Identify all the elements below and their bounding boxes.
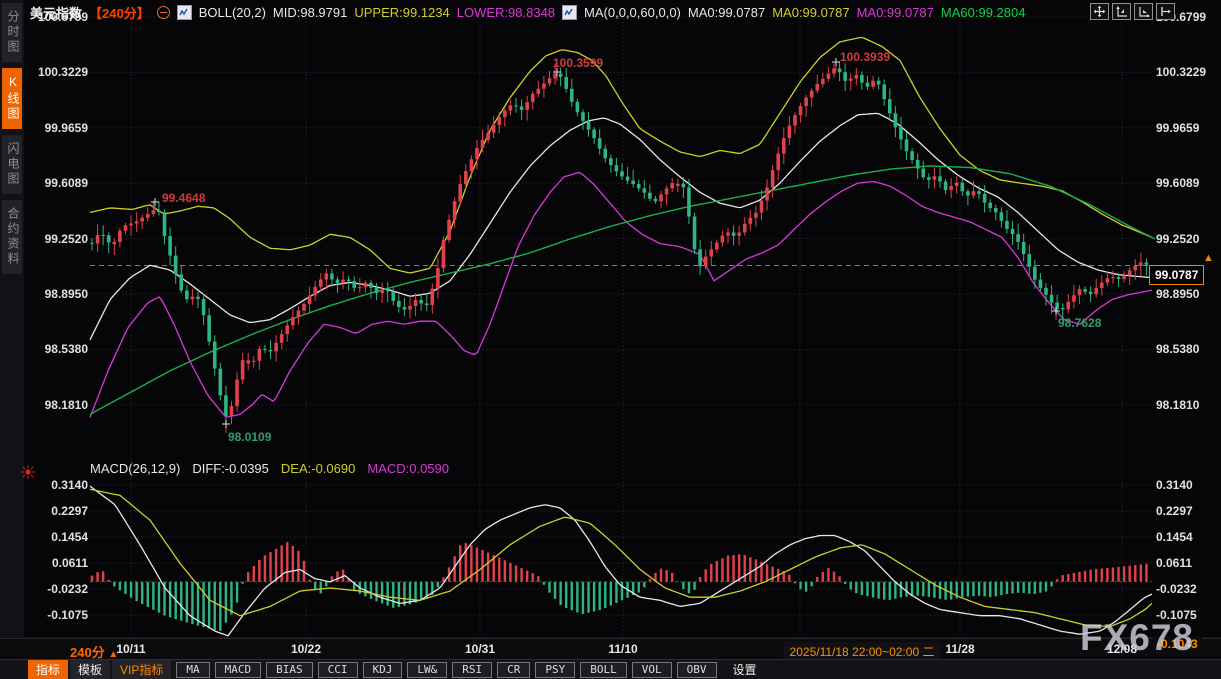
toolbar-tab-2[interactable]: VIP指标 xyxy=(112,660,171,679)
trading-app: 分时图K线图闪电图合约资料 美元指数 【240分】 BOLL(20,2) MID… xyxy=(0,0,1221,679)
macd-tick-right: 0.1454 xyxy=(1156,530,1193,544)
settings-button[interactable]: 设置 xyxy=(725,660,765,679)
x-axis-date: 10/31 xyxy=(465,642,495,656)
x-axis-date: 12/08 xyxy=(1107,642,1137,656)
x-axis-date: 10/11 xyxy=(116,642,145,656)
price-tick-left: 99.6089 xyxy=(2,176,88,190)
macd-tick-right: -0.0232 xyxy=(1156,582,1197,596)
boll-indicator-icon[interactable] xyxy=(177,5,192,20)
period-text: 240分 xyxy=(70,645,105,660)
pan-icon[interactable] xyxy=(1090,3,1109,20)
chart-header: 美元指数 【240分】 BOLL(20,2) MID:98.9791 UPPER… xyxy=(30,3,1025,21)
indicator-button-cr[interactable]: CR xyxy=(497,662,530,678)
indicator-button-bias[interactable]: BIAS xyxy=(266,662,313,678)
macd-tick-left: -0.0232 xyxy=(2,582,88,596)
macd-tick-left: 0.0611 xyxy=(2,556,88,570)
macd-tick-right: 0.2297 xyxy=(1156,504,1193,518)
zoom-x-axis-icon[interactable] xyxy=(1134,3,1153,20)
boll-upper: UPPER:99.1234 xyxy=(354,5,449,20)
macd-panel-icon[interactable] xyxy=(20,464,36,485)
ma-label: MA(0,0,0,60,0,0) xyxy=(584,5,681,20)
indicator-button-boll[interactable]: BOLL xyxy=(580,662,627,678)
indicator-button-psy[interactable]: PSY xyxy=(535,662,575,678)
indicator-button-rsi[interactable]: RSI xyxy=(452,662,492,678)
indicator-button-ma[interactable]: MA xyxy=(176,662,209,678)
indicator-button-macd[interactable]: MACD xyxy=(215,662,262,678)
chart-canvas[interactable] xyxy=(0,0,1221,679)
price-tick-right: 99.2520 xyxy=(1156,232,1199,246)
indicator-button-lw[interactable]: LW& xyxy=(407,662,447,678)
ma0-white: MA0:99.0787 xyxy=(688,5,765,20)
macd-tick-right: 0.3140 xyxy=(1156,478,1193,492)
chart-tool-icons xyxy=(1090,3,1175,20)
indicator-button-kdj[interactable]: KDJ xyxy=(363,662,403,678)
price-tick-right: 99.9659 xyxy=(1156,121,1199,135)
sidebar: 分时图K线图闪电图合约资料 xyxy=(0,0,24,679)
ma0-yellow: MA0:99.0787 xyxy=(772,5,849,20)
x-axis-date: 11/10 xyxy=(608,642,637,656)
price-tick-left: 98.1810 xyxy=(2,398,88,412)
macd-tick-right: 0.0611 xyxy=(1156,556,1192,570)
boll-label: BOLL(20,2) xyxy=(199,5,266,20)
macd-tick-left: -0.1075 xyxy=(2,608,88,622)
ma-indicator-icon[interactable] xyxy=(562,5,577,20)
macd-tick-left: 0.3140 xyxy=(2,478,88,492)
current-price-box: 99.0787 xyxy=(1149,265,1204,285)
price-up-arrow-icon: ▲ xyxy=(1203,252,1214,264)
price-annotation: 98.0109 xyxy=(228,430,271,444)
macd-header: MACD(26,12,9) DIFF:-0.0395 DEA:-0.0690 M… xyxy=(90,461,449,476)
minus-circle-icon[interactable] xyxy=(157,6,170,19)
macd-value-box: -0.1043 xyxy=(1153,636,1202,652)
x-axis-date: 11/28 xyxy=(945,642,974,656)
indicator-button-obv[interactable]: OBV xyxy=(677,662,717,678)
price-tick-right: 98.8950 xyxy=(1156,287,1199,301)
zoom-y-axis-icon[interactable] xyxy=(1112,3,1131,20)
shift-right-icon[interactable] xyxy=(1156,3,1175,20)
price-tick-left: 99.2520 xyxy=(2,232,88,246)
ma0-magenta: MA0:99.0787 xyxy=(857,5,934,20)
boll-mid: MID:98.9791 xyxy=(273,5,347,20)
indicator-button-vol[interactable]: VOL xyxy=(632,662,672,678)
price-tick-right: 99.6089 xyxy=(1156,176,1199,190)
ma60-green: MA60:99.2804 xyxy=(941,5,1026,20)
price-annotation: 100.3939 xyxy=(840,50,890,64)
price-tick-right: 98.5380 xyxy=(1156,342,1199,356)
bottom-toolbar: 指标模板VIP指标 MA MACDBIAS CCI KDJLW&RSI CR PSY BOLL… xyxy=(0,659,1221,679)
macd-dea: DEA:-0.0690 xyxy=(281,461,355,476)
macd-tick-left: 0.2297 xyxy=(2,504,88,518)
price-annotation: 100.3599 xyxy=(553,56,603,70)
price-annotation: 98.7628 xyxy=(1058,316,1101,330)
toolbar-tab-0[interactable]: 指标 xyxy=(28,660,68,679)
x-axis-date: 10/22 xyxy=(291,642,321,656)
macd-label: MACD(26,12,9) xyxy=(90,461,180,476)
indicator-button-cci[interactable]: CCI xyxy=(318,662,358,678)
toolbar-tab-1[interactable]: 模板 xyxy=(70,660,110,679)
price-tick-right: 98.1810 xyxy=(1156,398,1199,412)
period-tag: 【240分】 xyxy=(89,3,150,22)
symbol-title: 美元指数 xyxy=(30,3,82,22)
price-tick-right: 100.3229 xyxy=(1156,65,1206,79)
macd-tick-left: 0.1454 xyxy=(2,530,88,544)
price-tick-left: 98.8950 xyxy=(2,287,88,301)
price-annotation: 99.4648 xyxy=(162,191,205,205)
price-tick-left: 98.5380 xyxy=(2,342,88,356)
macd-tick-right: -0.1075 xyxy=(1156,608,1197,622)
macd-diff: DIFF:-0.0395 xyxy=(192,461,269,476)
price-tick-left: 99.9659 xyxy=(2,121,88,135)
current-price-value: 99.0787 xyxy=(1155,268,1198,282)
macd-macd: MACD:0.0590 xyxy=(367,461,449,476)
price-tick-left: 100.3229 xyxy=(2,65,88,79)
boll-lower: LOWER:98.8348 xyxy=(457,5,555,20)
